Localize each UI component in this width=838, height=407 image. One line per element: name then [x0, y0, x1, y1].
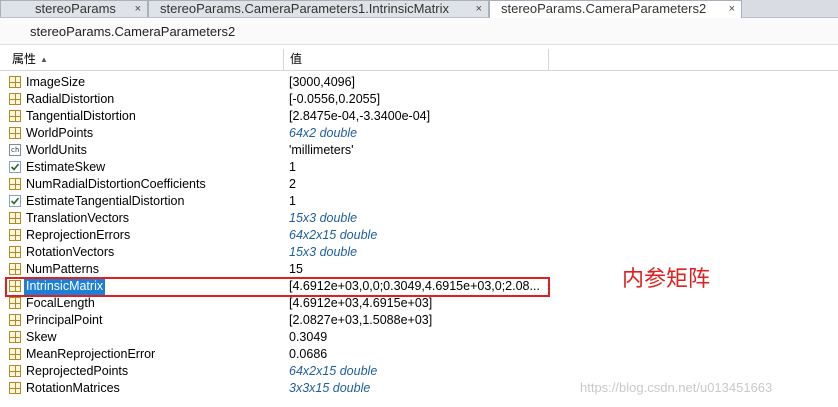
tab-close-icon[interactable]: × — [729, 1, 735, 17]
property-name: EstimateSkew — [26, 160, 106, 174]
property-name: NumPatterns — [26, 262, 99, 276]
tab-label: stereoParams.CameraParameters1.Intrinsic… — [160, 1, 449, 16]
property-name: ImageSize — [26, 75, 86, 89]
column-header-property-label: 属性 — [12, 52, 37, 66]
tab-intrinsic-matrix[interactable]: stereoParams.CameraParameters1.Intrinsic… — [148, 0, 489, 17]
matrix-grid-icon — [9, 110, 21, 122]
variable-path-bar: stereoParams.CameraParameters2 — [0, 18, 838, 45]
property-name: FocalLength — [26, 296, 95, 310]
table-row[interactable]: RotationVectors 15x3 double — [0, 244, 560, 261]
table-header: 属性 ▲ 值 — [0, 49, 838, 71]
table-row[interactable]: ImageSize [3000,4096] — [0, 74, 560, 91]
table-row[interactable]: RotationMatrices 3x3x15 double — [0, 380, 560, 397]
property-name: MeanReprojectionError — [26, 347, 156, 361]
table-row[interactable]: FocalLength [4.6912e+03,4.6915e+03] — [0, 295, 560, 312]
property-name: NumRadialDistortionCoefficients — [26, 177, 206, 191]
property-name: EstimateTangentialDistortion — [26, 194, 185, 208]
column-header-empty — [550, 49, 838, 70]
property-value: 0.0686 — [289, 347, 328, 361]
table-row[interactable]: ReprojectionErrors 64x2x15 double — [0, 227, 560, 244]
char-array-icon: ch — [9, 144, 21, 156]
property-value: [2.0827e+03,1.5088e+03] — [289, 313, 433, 327]
column-header-value[interactable]: 值 — [285, 49, 549, 70]
property-value: [-0.0556,0.2055] — [289, 92, 381, 106]
property-value: 1 — [289, 160, 296, 174]
matrix-grid-icon — [9, 229, 21, 241]
tab-close-icon[interactable]: × — [476, 1, 482, 17]
column-header-property[interactable]: 属性 ▲ — [0, 49, 284, 70]
property-value: [4.6912e+03,4.6915e+03] — [289, 296, 433, 310]
matrix-grid-icon — [9, 348, 21, 360]
property-value: 64x2x15 double — [289, 364, 378, 378]
tab-label: stereoParams — [35, 1, 116, 16]
property-name: WorldUnits — [26, 143, 87, 157]
property-value: [3000,4096] — [289, 75, 356, 89]
table-row[interactable]: RadialDistortion [-0.0556,0.2055] — [0, 91, 560, 108]
property-name: WorldPoints — [26, 126, 94, 140]
table-row[interactable]: NumRadialDistortionCoefficients 2 — [0, 176, 560, 193]
tab-stereoparams[interactable]: stereoParams × — [0, 0, 148, 17]
matrix-grid-icon — [9, 93, 21, 105]
annotation-label: 内参矩阵 — [622, 267, 711, 292]
matrix-grid-icon — [9, 246, 21, 258]
table-row[interactable]: EstimateTangentialDistortion 1 — [0, 193, 560, 210]
property-name: RadialDistortion — [26, 92, 115, 106]
table-row[interactable]: PrincipalPoint [2.0827e+03,1.5088e+03] — [0, 312, 560, 329]
property-name: ReprojectionErrors — [26, 228, 131, 242]
property-name: TangentialDistortion — [26, 109, 136, 123]
property-value: 64x2x15 double — [289, 228, 378, 242]
matrix-grid-icon — [9, 382, 21, 394]
property-value: 'millimeters' — [289, 143, 354, 157]
table-row[interactable]: Skew 0.3049 — [0, 329, 560, 346]
property-value: 2 — [289, 177, 296, 191]
sort-ascending-icon: ▲ — [40, 55, 48, 64]
property-name: TranslationVectors — [26, 211, 130, 225]
property-value: 3x3x15 double — [289, 381, 371, 395]
table-row[interactable]: NumPatterns 15 — [0, 261, 560, 278]
property-value: 1 — [289, 194, 296, 208]
property-value: 15x3 double — [289, 245, 358, 259]
checkbox-icon — [9, 195, 21, 207]
matrix-grid-icon — [9, 127, 21, 139]
column-header-value-label: 值 — [290, 52, 303, 66]
tab-camera-parameters2[interactable]: stereoParams.CameraParameters2 × — [489, 0, 742, 18]
property-name: RotationVectors — [26, 245, 115, 259]
matrix-grid-icon — [9, 297, 21, 309]
property-value: 64x2 double — [289, 126, 358, 140]
tab-label: stereoParams.CameraParameters2 — [501, 1, 707, 16]
matrix-grid-icon — [9, 263, 21, 275]
matrix-grid-icon — [9, 76, 21, 88]
tab-bar: stereoParams × stereoParams.CameraParame… — [0, 0, 838, 18]
checkbox-icon — [9, 161, 21, 173]
property-value: [2.8475e-04,-3.3400e-04] — [289, 109, 431, 123]
table-row[interactable]: EstimateSkew 1 — [0, 159, 560, 176]
matrix-grid-icon — [9, 365, 21, 377]
tab-close-icon[interactable]: × — [135, 1, 141, 17]
property-name: RotationMatrices — [26, 381, 120, 395]
watermark: https://blog.csdn.net/u013451663 — [580, 380, 773, 395]
property-value: 0.3049 — [289, 330, 328, 344]
table-row[interactable]: ch WorldUnits 'millimeters' — [0, 142, 560, 159]
property-value: 15x3 double — [289, 211, 358, 225]
table-row[interactable]: TangentialDistortion [2.8475e-04,-3.3400e… — [0, 108, 560, 125]
table-row[interactable]: ReprojectedPoints 64x2x15 double — [0, 363, 560, 380]
property-value: 15 — [289, 262, 303, 276]
property-table: ImageSize [3000,4096] RadialDistortion [-0.… — [0, 74, 560, 397]
table-row[interactable]: WorldPoints 64x2 double — [0, 125, 560, 142]
matrix-grid-icon — [9, 314, 21, 326]
property-name: ReprojectedPoints — [26, 364, 129, 378]
property-name: PrincipalPoint — [26, 313, 103, 327]
matrix-grid-icon — [9, 331, 21, 343]
highlight-box — [5, 277, 550, 297]
variable-path: stereoParams.CameraParameters2 — [30, 24, 236, 39]
table-row[interactable]: TranslationVectors 15x3 double — [0, 210, 560, 227]
matrix-grid-icon — [9, 212, 21, 224]
matrix-grid-icon — [9, 178, 21, 190]
property-name: Skew — [26, 330, 57, 344]
table-row[interactable]: MeanReprojectionError 0.0686 — [0, 346, 560, 363]
